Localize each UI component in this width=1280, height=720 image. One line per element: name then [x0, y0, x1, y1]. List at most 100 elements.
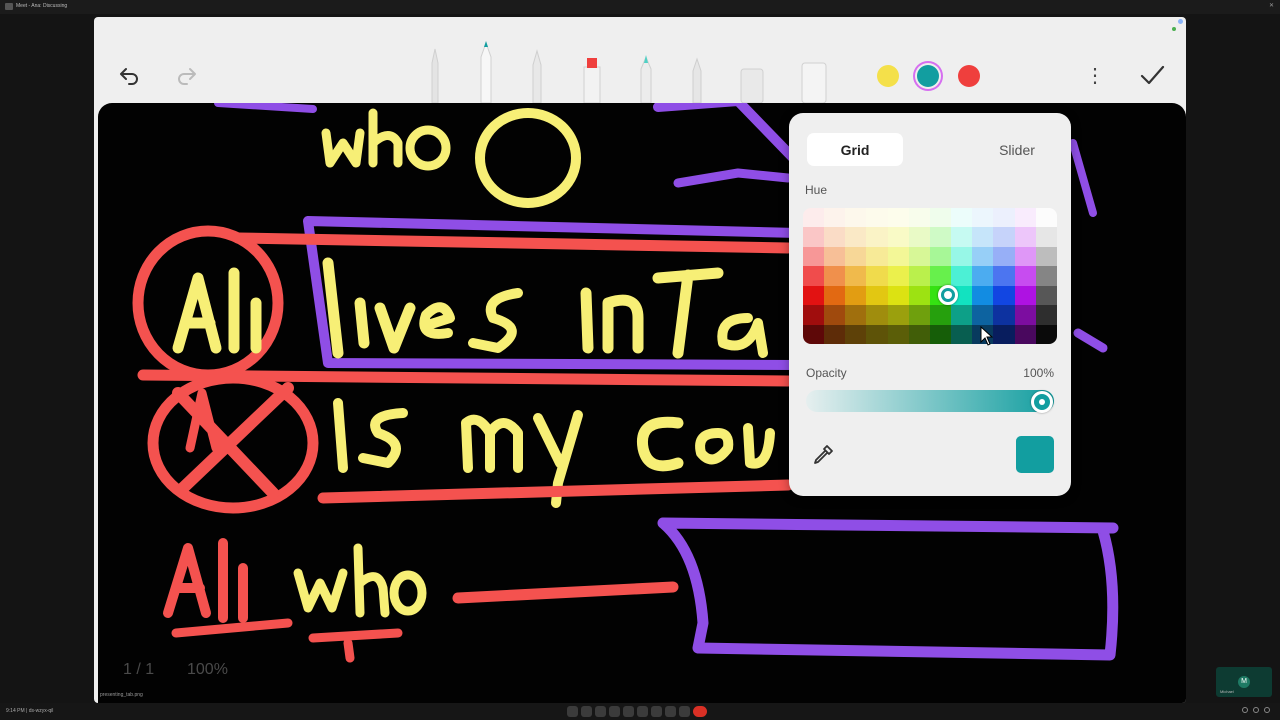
- hue-swatch[interactable]: [845, 324, 867, 344]
- marker-icon[interactable]: [581, 57, 603, 103]
- hue-swatch[interactable]: [1014, 324, 1036, 344]
- lasso-icon[interactable]: [800, 61, 828, 103]
- tab-slider[interactable]: Slider: [969, 133, 1065, 166]
- hue-swatch[interactable]: [1014, 285, 1036, 306]
- hue-swatch[interactable]: [972, 266, 994, 286]
- color-swatch-red[interactable]: [958, 65, 980, 87]
- hue-swatch[interactable]: [845, 305, 867, 325]
- hue-swatch[interactable]: [803, 208, 825, 228]
- hue-swatch[interactable]: [1035, 305, 1057, 325]
- hue-swatch[interactable]: [866, 305, 888, 325]
- hue-swatch[interactable]: [1014, 208, 1036, 228]
- people-panel-icon[interactable]: [1253, 707, 1259, 713]
- hue-swatch[interactable]: [993, 246, 1015, 267]
- fountain-pen-icon[interactable]: [477, 39, 495, 103]
- hue-swatch[interactable]: [887, 305, 909, 325]
- color-swatch-teal[interactable]: [917, 65, 939, 87]
- highlighter-icon[interactable]: [637, 51, 655, 103]
- hue-swatch[interactable]: [866, 246, 888, 267]
- hue-swatch[interactable]: [824, 246, 846, 267]
- hue-swatch[interactable]: [929, 208, 952, 228]
- hue-swatch[interactable]: [824, 266, 846, 286]
- hue-swatch[interactable]: [803, 305, 825, 325]
- hue-swatch[interactable]: [972, 246, 994, 267]
- hue-swatch[interactable]: [887, 324, 909, 344]
- hue-swatch[interactable]: [951, 208, 973, 228]
- hue-swatch[interactable]: [866, 324, 888, 344]
- hue-color-grid[interactable]: [803, 208, 1057, 344]
- hue-swatch[interactable]: [845, 227, 867, 247]
- reactions-icon[interactable]: [623, 706, 634, 717]
- pencil-icon[interactable]: [529, 45, 545, 103]
- eyedropper-icon[interactable]: [811, 443, 835, 467]
- hue-swatch[interactable]: [887, 266, 909, 286]
- hue-swatch[interactable]: [929, 305, 952, 325]
- hue-swatch[interactable]: [972, 305, 994, 325]
- info-icon[interactable]: [1242, 707, 1248, 713]
- brush-icon[interactable]: [689, 53, 705, 103]
- hue-swatch[interactable]: [1014, 227, 1036, 247]
- mic-icon[interactable]: [567, 706, 578, 717]
- hue-swatch[interactable]: [951, 227, 973, 247]
- hue-swatch[interactable]: [908, 227, 930, 247]
- hue-swatch[interactable]: [993, 227, 1015, 247]
- hue-swatch[interactable]: [845, 266, 867, 286]
- hue-swatch[interactable]: [803, 246, 825, 267]
- hue-swatch[interactable]: [951, 246, 973, 267]
- hue-swatch[interactable]: [887, 227, 909, 247]
- hue-swatch[interactable]: [908, 285, 930, 306]
- zoom-level[interactable]: 100%: [187, 661, 228, 679]
- hue-swatch[interactable]: [929, 266, 952, 286]
- hue-swatch[interactable]: [993, 324, 1015, 344]
- hue-swatch[interactable]: [1035, 285, 1057, 306]
- people-icon[interactable]: [679, 706, 690, 717]
- hue-swatch[interactable]: [929, 227, 952, 247]
- hue-swatch[interactable]: [824, 208, 846, 228]
- present-icon[interactable]: [609, 706, 620, 717]
- hue-swatch[interactable]: [993, 266, 1015, 286]
- hue-swatch[interactable]: [972, 285, 994, 306]
- hue-swatch[interactable]: [1035, 246, 1057, 267]
- hue-swatch[interactable]: [1035, 208, 1057, 228]
- hue-swatch[interactable]: [824, 227, 846, 247]
- close-icon[interactable]: ✕: [1269, 2, 1274, 9]
- captions-icon[interactable]: [595, 706, 606, 717]
- hue-swatch[interactable]: [887, 208, 909, 228]
- hue-swatch[interactable]: [803, 285, 825, 306]
- hue-swatch[interactable]: [1014, 305, 1036, 325]
- hue-swatch[interactable]: [824, 285, 846, 306]
- hue-swatch[interactable]: [993, 305, 1015, 325]
- color-swatch-yellow[interactable]: [877, 65, 899, 87]
- done-button[interactable]: [1134, 57, 1170, 93]
- pen-icon[interactable]: [427, 43, 443, 103]
- hue-swatch[interactable]: [803, 227, 825, 247]
- hue-swatch[interactable]: [1014, 266, 1036, 286]
- hue-swatch[interactable]: [845, 246, 867, 267]
- hue-swatch[interactable]: [908, 324, 930, 344]
- tab-grid[interactable]: Grid: [807, 133, 903, 166]
- hue-swatch[interactable]: [908, 266, 930, 286]
- hue-swatch[interactable]: [866, 208, 888, 228]
- leave-call-button[interactable]: [693, 706, 707, 717]
- hue-swatch[interactable]: [908, 208, 930, 228]
- self-view-tile[interactable]: M Michael: [1216, 667, 1272, 697]
- hue-swatch[interactable]: [972, 227, 994, 247]
- hue-swatch[interactable]: [803, 266, 825, 286]
- more-icon[interactable]: [651, 706, 662, 717]
- hue-swatch[interactable]: [951, 324, 973, 344]
- hue-swatch[interactable]: [993, 208, 1015, 228]
- hue-swatch[interactable]: [845, 208, 867, 228]
- hue-swatch[interactable]: [1035, 227, 1057, 247]
- hue-selection-marker[interactable]: [938, 285, 958, 305]
- hue-swatch[interactable]: [993, 285, 1015, 306]
- redo-button[interactable]: [169, 57, 205, 93]
- eraser-icon[interactable]: [739, 67, 765, 103]
- hue-swatch[interactable]: [951, 305, 973, 325]
- raise-hand-icon[interactable]: [637, 706, 648, 717]
- hue-swatch[interactable]: [887, 285, 909, 306]
- hue-swatch[interactable]: [929, 324, 952, 344]
- hue-swatch[interactable]: [972, 208, 994, 228]
- hue-swatch[interactable]: [887, 246, 909, 267]
- hue-swatch[interactable]: [1014, 246, 1036, 267]
- hue-swatch[interactable]: [824, 324, 846, 344]
